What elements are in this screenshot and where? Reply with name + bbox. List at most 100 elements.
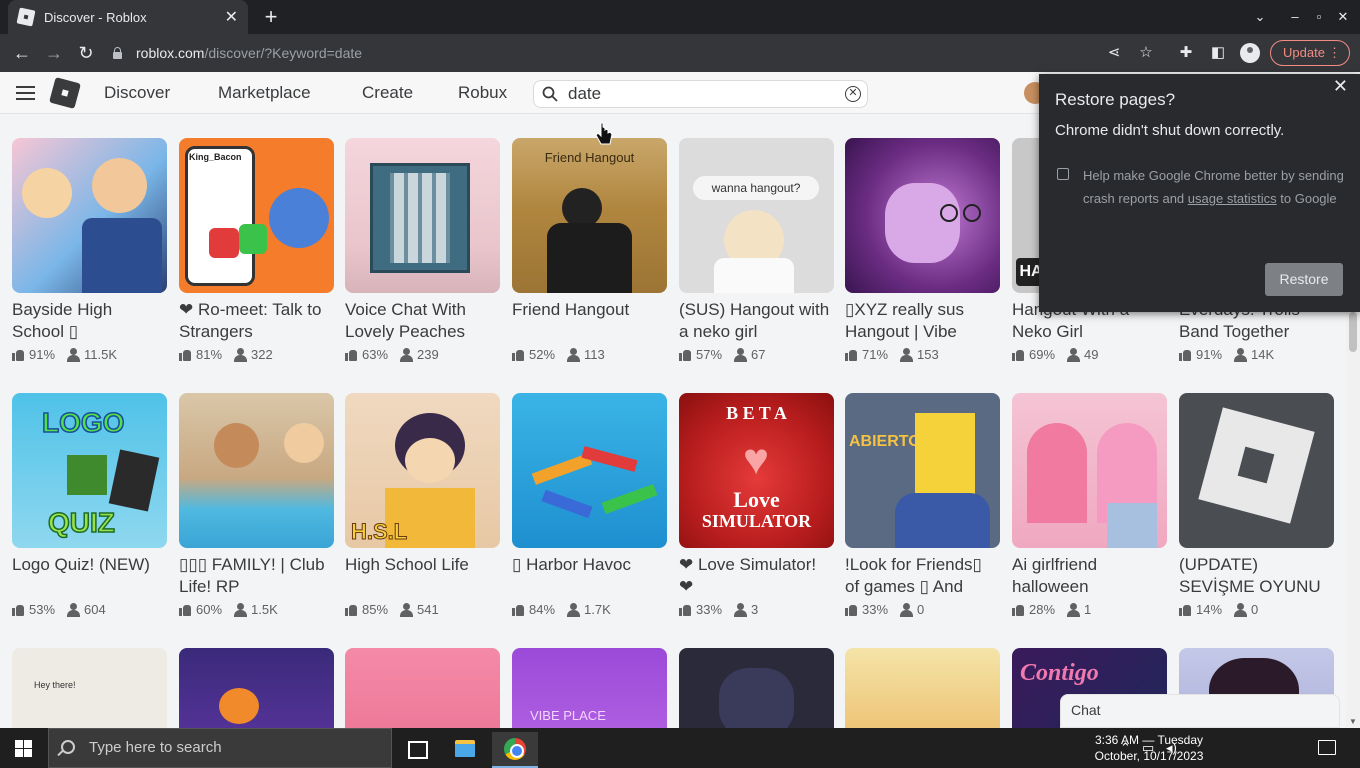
game-title[interactable]: !Look for Friends▯ of games ▯ And	[845, 554, 1000, 598]
game-title[interactable]: (SUS) Hangout with a neko girl	[679, 299, 834, 343]
game-card[interactable]: ▯XYZ really sus Hangout | Vibe 71% 153	[845, 138, 1000, 362]
update-button[interactable]: Update ⋮	[1270, 40, 1350, 66]
game-card[interactable]: King_Bacon ❤ Ro-meet: Talk to Strangers …	[179, 138, 334, 362]
chrome-app-icon[interactable]	[492, 732, 538, 768]
game-card[interactable]: LOGO QUIZ Logo Quiz! (NEW) 53% 604	[12, 393, 167, 617]
clear-search-icon[interactable]: ✕	[845, 86, 861, 102]
roblox-logo-icon[interactable]	[49, 77, 81, 109]
nav-robux[interactable]: Robux	[458, 83, 507, 103]
close-window-icon[interactable]: ✕	[1328, 0, 1358, 34]
game-thumbnail[interactable]: LOGO QUIZ	[12, 393, 167, 548]
game-thumbnail[interactable]	[179, 648, 334, 728]
game-thumbnail[interactable]	[1012, 393, 1167, 548]
game-thumbnail[interactable]: H.S.L	[345, 393, 500, 548]
crash-report-checkbox[interactable]	[1057, 168, 1069, 180]
game-title[interactable]: Logo Quiz! (NEW)	[12, 554, 167, 598]
forward-arrow-icon[interactable]: →	[42, 41, 66, 65]
reload-icon[interactable]: ↻	[74, 41, 98, 65]
game-thumbnail[interactable]	[845, 648, 1000, 728]
new-tab-icon[interactable]: +	[258, 4, 284, 30]
game-title[interactable]: ▯▯▯ FAMILY! | Club Life! RP	[179, 554, 334, 598]
game-rating: 33%	[696, 602, 723, 617]
side-panel-icon[interactable]: ◧	[1208, 43, 1228, 63]
game-thumbnail[interactable]	[679, 648, 834, 728]
browser-tab[interactable]: Discover - Roblox ✕	[8, 0, 248, 34]
game-card[interactable]	[179, 648, 334, 728]
game-card[interactable]: Voice Chat With Lovely Peaches 63% 239	[345, 138, 500, 362]
game-card[interactable]: ABIERTO! !Look for Friends▯ of games ▯ A…	[845, 393, 1000, 617]
game-card[interactable]: Bayside High School ▯ 91% 11.5K	[12, 138, 167, 362]
game-card[interactable]	[345, 648, 500, 728]
game-card[interactable]	[679, 648, 834, 728]
game-card[interactable]: B E T A ♥ Love SIMULATOR ❤ Love Simulato…	[679, 393, 834, 617]
game-thumbnail[interactable]	[345, 138, 500, 293]
chat-tab[interactable]: Chat	[1060, 694, 1340, 728]
game-thumbnail[interactable]: wanna hangout?	[679, 138, 834, 293]
usage-statistics-link[interactable]: usage statistics	[1188, 191, 1277, 206]
game-thumbnail[interactable]	[12, 138, 167, 293]
game-card[interactable]: ▯▯▯ FAMILY! | Club Life! RP 60% 1.5K	[179, 393, 334, 617]
game-thumbnail[interactable]	[1179, 393, 1334, 548]
file-explorer-icon[interactable]	[442, 732, 488, 768]
game-card[interactable]: (UPDATE) SEVİŞME OYUNU 14% 0	[1179, 393, 1334, 617]
bookmark-star-icon[interactable]: ☆	[1136, 43, 1156, 63]
game-thumbnail[interactable]: VIBE PLACE	[512, 648, 667, 728]
game-thumbnail[interactable]: King_Bacon	[179, 138, 334, 293]
scrollbar-thumb[interactable]	[1349, 312, 1357, 352]
game-thumbnail[interactable]: Hey there!	[12, 648, 167, 728]
game-title[interactable]: ▯XYZ really sus Hangout | Vibe	[845, 299, 1000, 343]
nav-create[interactable]: Create	[362, 83, 413, 103]
game-title[interactable]: Voice Chat With Lovely Peaches	[345, 299, 500, 343]
player-count-icon	[67, 602, 81, 617]
game-title[interactable]: Ai girlfriend halloween	[1012, 554, 1167, 598]
player-count-icon	[900, 602, 914, 617]
game-card[interactable]: Ai girlfriend halloween 28% 1	[1012, 393, 1167, 617]
game-title[interactable]: Friend Hangout	[512, 299, 667, 343]
game-card[interactable]: ▯ Harbor Havoc 84% 1.7K	[512, 393, 667, 617]
scroll-down-arrow-icon[interactable]: ▼	[1349, 717, 1357, 726]
share-icon[interactable]: ⋖	[1104, 43, 1124, 63]
extensions-puzzle-icon[interactable]: ✚	[1176, 43, 1196, 63]
url-field[interactable]: roblox.com /discover/?Keyword=date	[112, 38, 1092, 68]
game-title[interactable]: (UPDATE) SEVİŞME OYUNU	[1179, 554, 1334, 598]
game-title[interactable]: ▯ Harbor Havoc	[512, 554, 667, 598]
tab-search-chevron-icon[interactable]: ⌄	[1245, 0, 1275, 34]
game-rating: 81%	[196, 347, 223, 362]
roblox-favicon-icon	[16, 7, 36, 27]
nav-marketplace[interactable]: Marketplace	[218, 83, 311, 103]
game-card[interactable]: wanna hangout? (SUS) Hangout with a neko…	[679, 138, 834, 362]
lock-icon[interactable]	[112, 47, 122, 59]
back-arrow-icon[interactable]: ←	[10, 41, 34, 65]
taskbar-clock[interactable]: 3:36 AM — Tuesday October, 10/17/2023	[1090, 732, 1208, 764]
restore-button[interactable]: Restore	[1265, 263, 1343, 296]
game-stats: 71% 153	[845, 347, 1000, 362]
game-title[interactable]: ❤ Ro-meet: Talk to Strangers	[179, 299, 334, 343]
game-thumbnail[interactable]: Friend Hangout	[512, 138, 667, 293]
taskbar-search-input[interactable]: Type here to search	[48, 728, 392, 768]
game-thumbnail[interactable]: B E T A ♥ Love SIMULATOR	[679, 393, 834, 548]
windows-start-icon[interactable]	[15, 740, 32, 757]
menu-dots-icon[interactable]: ⋮	[1328, 41, 1341, 65]
game-thumbnail[interactable]	[345, 648, 500, 728]
game-thumbnail[interactable]	[512, 393, 667, 548]
nav-discover[interactable]: Discover	[104, 83, 170, 103]
task-view-icon[interactable]	[394, 732, 440, 768]
profile-avatar-icon[interactable]	[1240, 43, 1260, 63]
player-count-icon	[234, 602, 248, 617]
game-title[interactable]: Bayside High School ▯	[12, 299, 167, 343]
game-card[interactable]	[845, 648, 1000, 728]
game-card[interactable]: Friend Hangout Friend Hangout 52% 113	[512, 138, 667, 362]
game-card[interactable]: VIBE PLACE	[512, 648, 667, 728]
game-thumbnail[interactable]: ABIERTO!	[845, 393, 1000, 548]
notification-center-icon[interactable]	[1318, 740, 1336, 755]
hamburger-menu-icon[interactable]	[16, 86, 35, 100]
search-input[interactable]: date ✕	[533, 80, 868, 108]
game-title[interactable]: High School Life	[345, 554, 500, 598]
game-card[interactable]: H.S.L High School Life 85% 541	[345, 393, 500, 617]
game-title[interactable]: ❤ Love Simulator! ❤	[679, 554, 834, 598]
game-thumbnail[interactable]	[179, 393, 334, 548]
game-card[interactable]: Hey there!	[12, 648, 167, 728]
tab-close-icon[interactable]: ✕	[225, 7, 238, 27]
game-thumbnail[interactable]	[845, 138, 1000, 293]
close-icon[interactable]: ✕	[1333, 76, 1348, 97]
